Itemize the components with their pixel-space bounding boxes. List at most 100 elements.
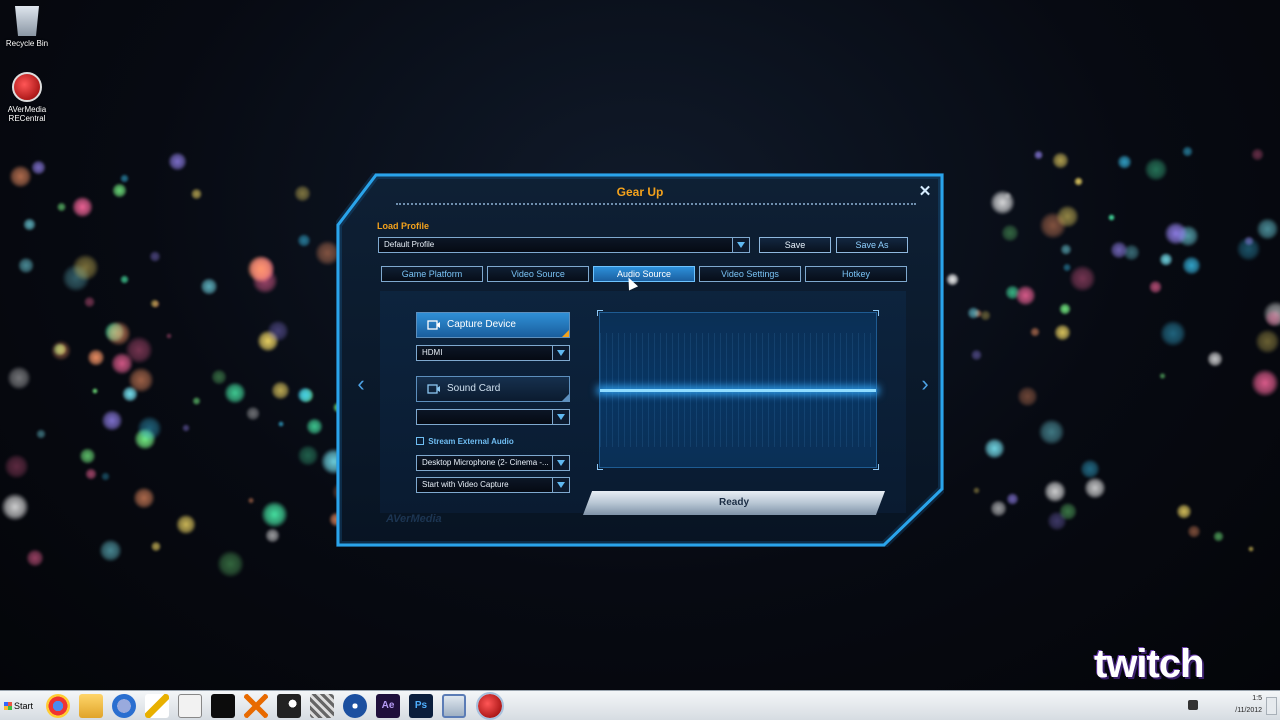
ready-button[interactable]: Ready bbox=[583, 491, 885, 515]
stream-external-audio-option[interactable]: Stream External Audio bbox=[416, 437, 514, 446]
bokeh-light bbox=[1058, 502, 1078, 521]
bokeh-light bbox=[1014, 285, 1037, 307]
bokeh-light bbox=[294, 184, 312, 202]
previous-page-arrow[interactable]: ‹ bbox=[354, 373, 368, 395]
bokeh-light bbox=[1207, 350, 1223, 367]
close-icon[interactable]: ✕ bbox=[916, 183, 934, 201]
preview-corner-mark bbox=[873, 464, 879, 470]
external-audio-device-select[interactable]: Desktop Microphone (2- Cinema -... bbox=[416, 455, 570, 471]
stream-external-audio-label: Stream External Audio bbox=[428, 437, 514, 446]
disc-app-icon[interactable] bbox=[343, 694, 367, 718]
bokeh-light bbox=[1159, 252, 1174, 267]
audio-waveform-line bbox=[600, 389, 876, 392]
bokeh-light bbox=[297, 233, 311, 248]
bokeh-light bbox=[17, 257, 35, 275]
chevron-down-icon[interactable] bbox=[552, 478, 569, 492]
desktop-icon-avermedia-recentral[interactable]: AVerMedia RECentral bbox=[0, 72, 54, 123]
bokeh-light bbox=[182, 424, 191, 433]
bokeh-light bbox=[297, 444, 319, 467]
bokeh-light bbox=[1, 493, 29, 522]
capture-device-header: Capture Device bbox=[416, 312, 570, 338]
bokeh-light bbox=[87, 348, 105, 367]
bokeh-light bbox=[1004, 192, 1011, 199]
tray-network-icon[interactable] bbox=[1188, 700, 1198, 710]
photoshop-icon[interactable]: Ps bbox=[409, 694, 433, 718]
settings-app-icon[interactable] bbox=[310, 694, 334, 718]
bokeh-light bbox=[119, 274, 130, 285]
bokeh-light bbox=[111, 182, 127, 198]
bokeh-light bbox=[1144, 158, 1168, 182]
pencil-app-icon[interactable] bbox=[145, 694, 169, 718]
after-effects-icon[interactable]: Ae bbox=[376, 694, 400, 718]
system-clock[interactable]: 1:5 /11/2012 bbox=[1212, 693, 1262, 717]
recentral-app-icon[interactable] bbox=[476, 692, 504, 720]
external-audio-device-value: Desktop Microphone (2- Cinema -... bbox=[422, 458, 549, 467]
itunes-icon[interactable] bbox=[112, 694, 136, 718]
bokeh-light bbox=[71, 196, 94, 219]
taskbar: Start Ae Ps 1:5 /11/2012 bbox=[0, 690, 1280, 720]
external-audio-mode-select[interactable]: Start with Video Capture bbox=[416, 477, 570, 493]
steam-icon[interactable] bbox=[277, 694, 301, 718]
audio-preview-monitor bbox=[597, 310, 879, 470]
sound-card-label: Sound Card bbox=[447, 383, 501, 394]
show-desktop-button[interactable] bbox=[1266, 697, 1277, 715]
tab-audio-source[interactable]: Audio Source bbox=[593, 266, 695, 282]
chevron-down-icon[interactable] bbox=[552, 456, 569, 470]
tab-game-platform[interactable]: Game Platform bbox=[381, 266, 483, 282]
windows-flag-icon bbox=[4, 702, 12, 710]
bokeh-light bbox=[1181, 145, 1194, 158]
bokeh-light bbox=[149, 250, 161, 263]
bokeh-light bbox=[277, 421, 284, 428]
rabbit-app-icon[interactable] bbox=[178, 694, 202, 718]
bokeh-light bbox=[247, 497, 255, 505]
bokeh-light bbox=[78, 447, 96, 465]
bokeh-light bbox=[175, 514, 197, 535]
start-button[interactable]: Start bbox=[2, 695, 36, 717]
avermedia-recentral-icon bbox=[12, 72, 42, 102]
save-button[interactable]: Save bbox=[759, 237, 831, 253]
bokeh-light bbox=[190, 188, 203, 200]
desktop-icon-label: Recycle Bin bbox=[5, 39, 49, 48]
chevron-down-icon[interactable] bbox=[552, 346, 569, 360]
bokeh-light bbox=[1159, 372, 1166, 380]
bokeh-light bbox=[128, 366, 155, 393]
bokeh-light bbox=[100, 472, 110, 482]
media-player-icon[interactable] bbox=[211, 694, 235, 718]
bokeh-light bbox=[945, 272, 959, 286]
next-page-arrow[interactable]: › bbox=[918, 373, 932, 395]
file-explorer-icon[interactable] bbox=[79, 694, 103, 718]
bokeh-light bbox=[967, 306, 980, 320]
capture-device-select[interactable]: HDMI bbox=[416, 345, 570, 361]
desktop-icon-recycle-bin[interactable]: Recycle Bin bbox=[0, 6, 54, 48]
tab-video-source[interactable]: Video Source bbox=[487, 266, 589, 282]
sound-card-select[interactable] bbox=[416, 409, 570, 425]
chevron-down-icon[interactable] bbox=[552, 410, 569, 424]
clock-time: 1:5 bbox=[1252, 695, 1262, 702]
bokeh-light bbox=[110, 352, 134, 375]
desktop-icon-label: AVerMedia RECentral bbox=[7, 105, 47, 123]
profile-select[interactable]: Default Profile bbox=[378, 237, 750, 253]
bokeh-light bbox=[1264, 309, 1280, 327]
bokeh-light bbox=[1149, 280, 1163, 294]
bokeh-light bbox=[192, 396, 201, 406]
window-app-icon[interactable] bbox=[442, 694, 466, 718]
bokeh-light bbox=[245, 406, 261, 421]
bokeh-light bbox=[9, 165, 32, 188]
save-as-button[interactable]: Save As bbox=[836, 237, 908, 253]
chrome-icon[interactable] bbox=[46, 694, 70, 718]
chevron-down-icon[interactable] bbox=[732, 238, 749, 252]
bokeh-light bbox=[1176, 504, 1192, 520]
tab-hotkey[interactable]: Hotkey bbox=[805, 266, 907, 282]
tab-video-settings[interactable]: Video Settings bbox=[699, 266, 801, 282]
bokeh-light bbox=[137, 416, 163, 442]
bokeh-light bbox=[7, 365, 32, 390]
x-app-icon[interactable] bbox=[244, 694, 268, 718]
header-corner-accent bbox=[562, 330, 569, 337]
bokeh-light bbox=[30, 160, 46, 176]
bokeh-light bbox=[50, 340, 72, 361]
title-divider bbox=[396, 203, 916, 205]
avermedia-logo: AVerMedia bbox=[386, 513, 442, 525]
stream-external-audio-checkbox[interactable] bbox=[416, 437, 424, 445]
gear-up-dialog: Gear Up ✕ Load Profile Default Profile S… bbox=[336, 173, 944, 547]
bokeh-light bbox=[1053, 324, 1071, 341]
